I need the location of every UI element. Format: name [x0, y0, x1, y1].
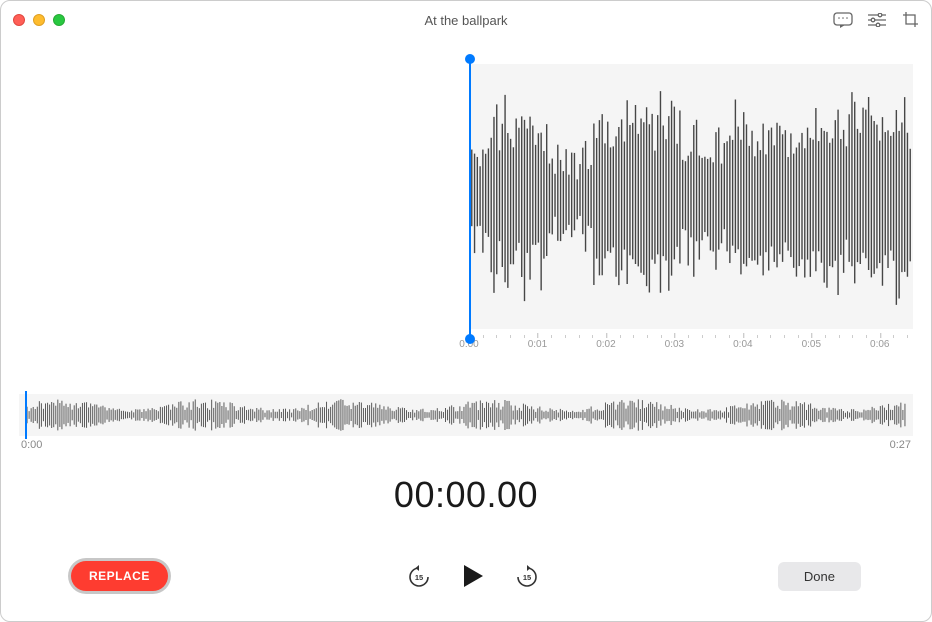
replace-button[interactable]: REPLACE [71, 561, 168, 591]
transcribe-icon[interactable] [833, 11, 853, 29]
toolbar-right [833, 11, 921, 29]
time-tick: 0:05 [802, 339, 821, 350]
detail-waveform-container[interactable] [19, 64, 913, 329]
titlebar: At the ballpark [1, 1, 931, 39]
overview-area: 0:00 0:27 [19, 394, 913, 454]
window-title[interactable]: At the ballpark [13, 13, 919, 28]
playback-controls: 15 15 [406, 561, 540, 591]
detail-waveform-area: 0:000:010:020:030:040:050:06 [19, 59, 913, 359]
time-tick: 0:03 [665, 339, 684, 350]
overview-waveform[interactable] [19, 394, 913, 436]
settings-sliders-icon[interactable] [867, 11, 887, 29]
skip-forward-button[interactable]: 15 [514, 563, 540, 589]
svg-text:15: 15 [415, 573, 423, 582]
overview-playhead[interactable] [25, 391, 27, 439]
playhead[interactable] [469, 59, 471, 339]
time-tick: 0:04 [733, 339, 752, 350]
window: At the ballpark [0, 0, 932, 622]
time-tick: 0:02 [596, 339, 615, 350]
done-button[interactable]: Done [778, 562, 861, 591]
svg-text:15: 15 [523, 573, 531, 582]
overview-end-time: 0:27 [890, 439, 911, 451]
overview-start-time: 0:00 [21, 439, 42, 451]
trim-icon[interactable] [901, 11, 921, 29]
overview-time-labels: 0:00 0:27 [19, 439, 913, 451]
time-tick: 0:01 [528, 339, 547, 350]
play-button[interactable] [458, 561, 488, 591]
minimize-window-button[interactable] [33, 14, 45, 26]
maximize-window-button[interactable] [53, 14, 65, 26]
controls-bar: REPLACE 15 [19, 561, 913, 621]
time-tick: 0:06 [870, 339, 889, 350]
detail-waveform [469, 64, 913, 329]
skip-back-button[interactable]: 15 [406, 563, 432, 589]
traffic-lights [13, 14, 65, 26]
time-counter: 00:00.00 [19, 474, 913, 516]
content: 0:00 0:01 0:02 0:03 0:04 0:05 0:06 0:00 0:27 0… [1, 39, 931, 621]
close-window-button[interactable] [13, 14, 25, 26]
